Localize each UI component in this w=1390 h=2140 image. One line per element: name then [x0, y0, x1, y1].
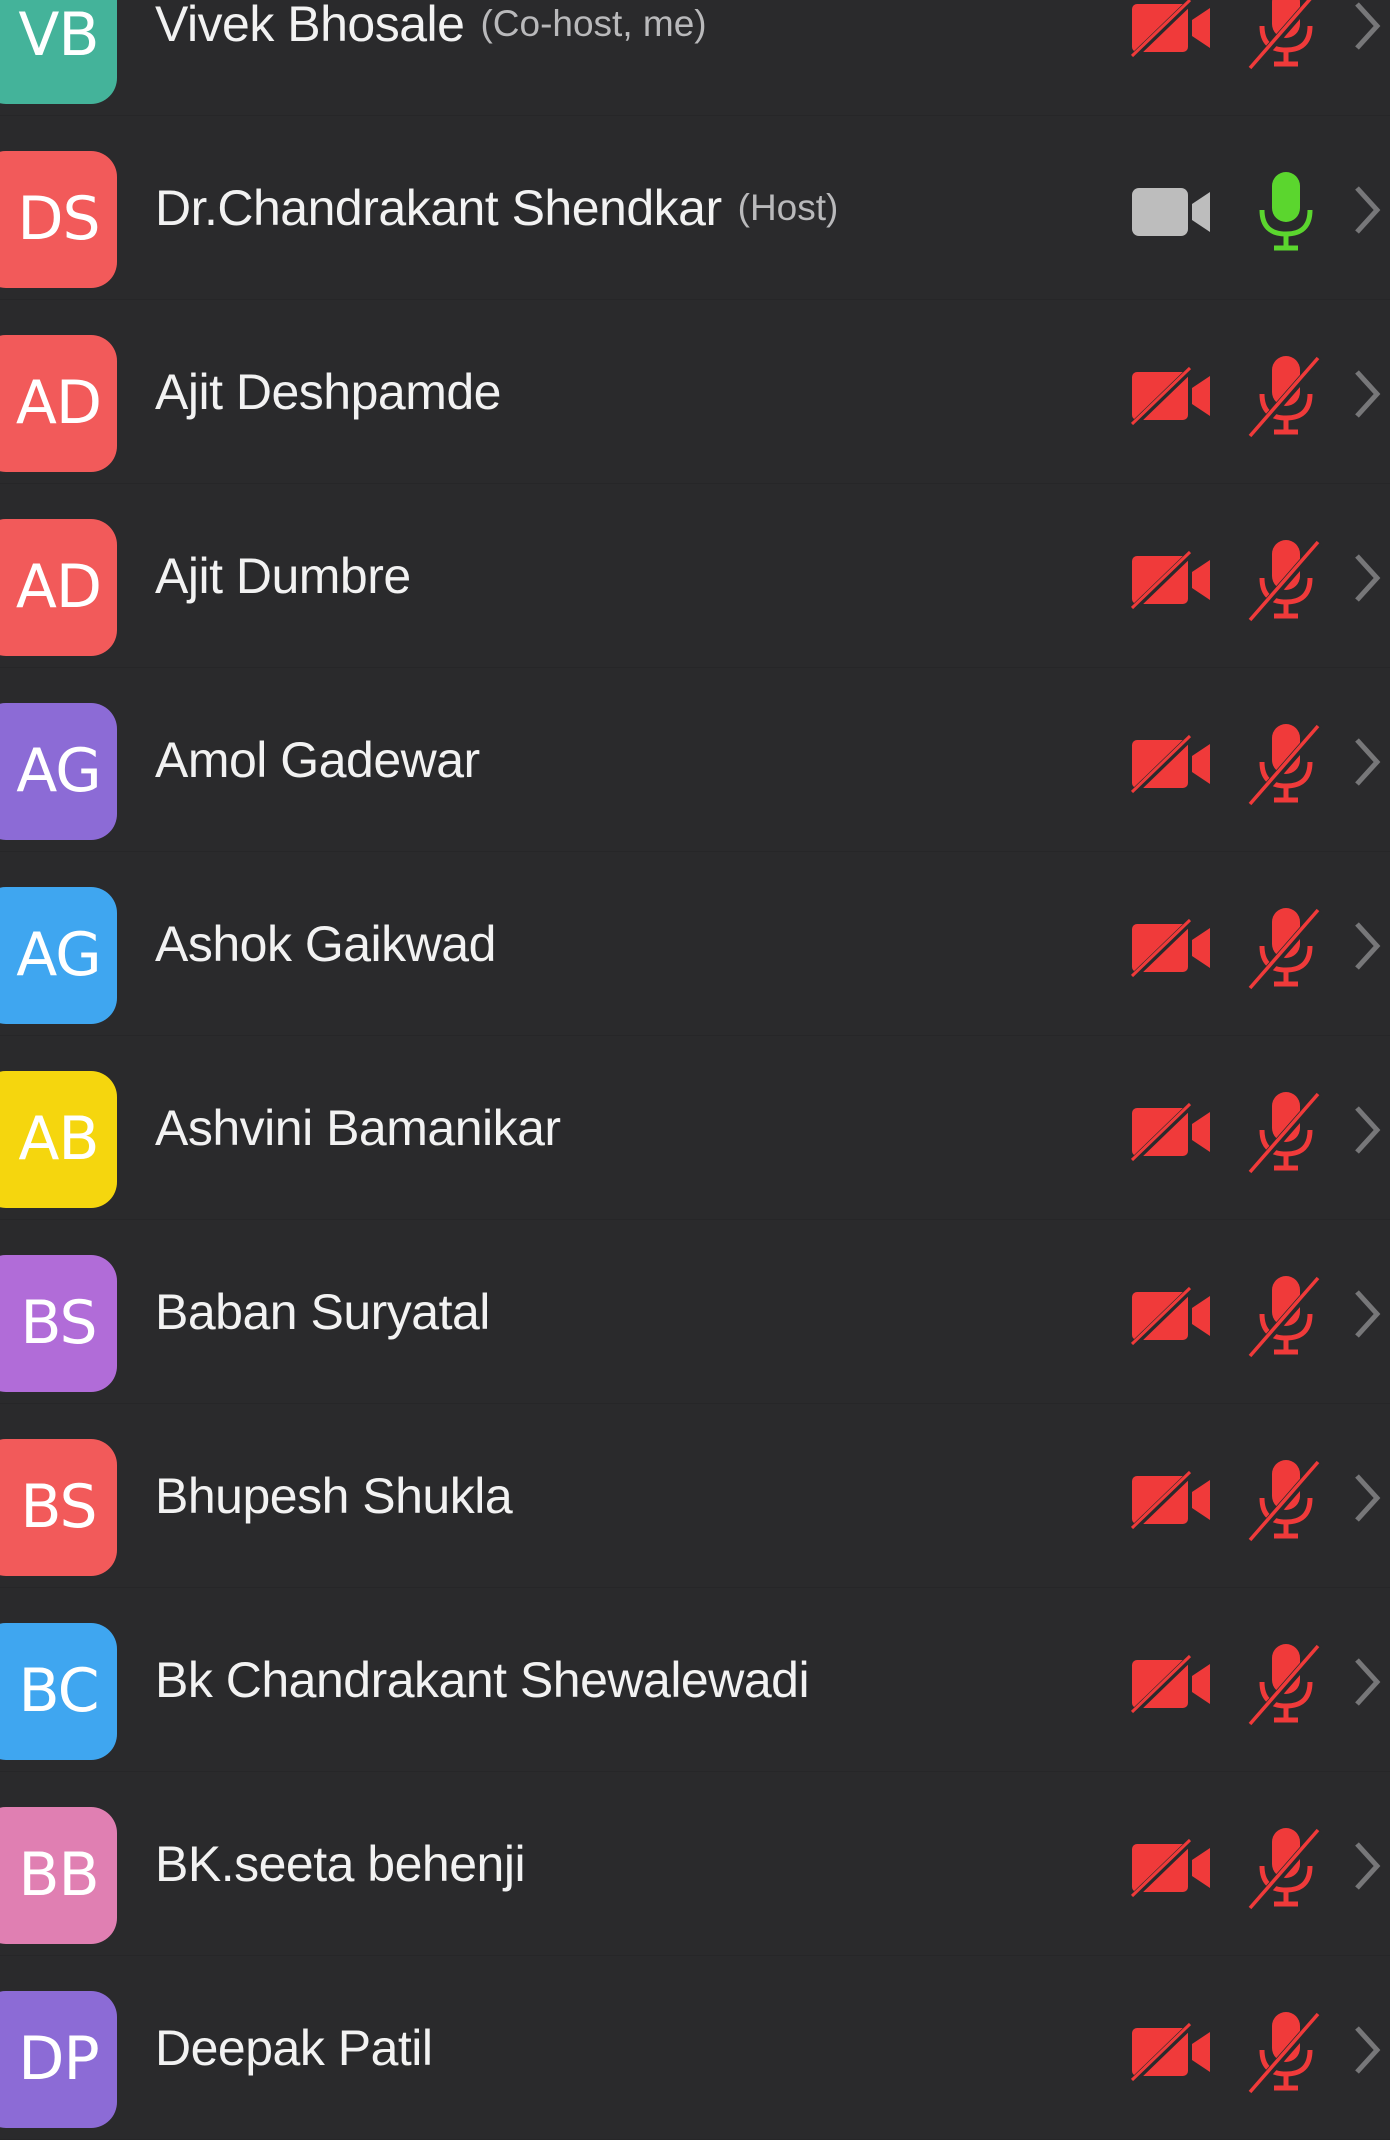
participant-name-wrap: Vivek Bhosale (Co-host, me)	[155, 0, 707, 116]
participant-row[interactable]: AD Ajit Deshpamde	[0, 300, 1390, 484]
participant-row[interactable]: AG Amol Gadewar	[0, 668, 1390, 852]
chevron-right-icon[interactable]	[1352, 1654, 1382, 1710]
video-camera-off-icon[interactable]	[1130, 1837, 1214, 1899]
participant-name: Bhupesh Shukla	[155, 1468, 513, 1524]
video-camera-off-icon[interactable]	[1130, 0, 1214, 59]
video-camera-off-icon[interactable]	[1130, 1101, 1214, 1163]
participant-list: VB Vivek Bhosale (Co-host, me) DS Dr.Cha…	[0, 0, 1390, 2140]
microphone-muted-icon[interactable]	[1246, 2010, 1326, 2095]
participant-name: Deepak Patil	[155, 2020, 433, 2076]
participant-name-wrap: Amol Gadewar	[155, 668, 480, 852]
avatar: BC	[0, 1623, 117, 1760]
chevron-right-icon[interactable]	[1352, 0, 1382, 54]
avatar: VB	[0, 0, 117, 104]
participant-row[interactable]: AG Ashok Gaikwad	[0, 852, 1390, 1036]
chevron-right-icon[interactable]	[1352, 550, 1382, 606]
chevron-right-icon[interactable]	[1352, 366, 1382, 422]
microphone-muted-icon[interactable]	[1246, 1458, 1326, 1543]
participant-role: (Host)	[737, 187, 839, 228]
participant-row[interactable]: BS Baban Suryatal	[0, 1220, 1390, 1404]
microphone-muted-icon[interactable]	[1246, 354, 1326, 439]
participant-name: Ajit Dumbre	[155, 548, 411, 604]
video-camera-off-icon[interactable]	[1130, 917, 1214, 979]
avatar: AD	[0, 519, 117, 656]
chevron-right-icon[interactable]	[1352, 1102, 1382, 1158]
avatar: DS	[0, 151, 117, 288]
participant-name-wrap: Bhupesh Shukla	[155, 1404, 513, 1588]
chevron-right-icon[interactable]	[1352, 1470, 1382, 1526]
participant-row[interactable]: DS Dr.Chandrakant Shendkar (Host)	[0, 116, 1390, 300]
microphone-muted-icon[interactable]	[1246, 906, 1326, 991]
participant-name: Baban Suryatal	[155, 1284, 490, 1340]
avatar: BS	[0, 1255, 117, 1392]
microphone-muted-icon[interactable]	[1246, 1090, 1326, 1175]
video-camera-off-icon[interactable]	[1130, 2021, 1214, 2083]
chevron-right-icon[interactable]	[1352, 2022, 1382, 2078]
video-camera-off-icon[interactable]	[1130, 733, 1214, 795]
participant-name-wrap: Ajit Deshpamde	[155, 300, 501, 484]
participant-name-wrap: Ashvini Bamanikar	[155, 1036, 561, 1220]
microphone-icon[interactable]	[1246, 170, 1326, 254]
participant-row[interactable]: AD Ajit Dumbre	[0, 484, 1390, 668]
participant-name-wrap: Baban Suryatal	[155, 1220, 490, 1404]
participant-name-wrap: Bk Chandrakant Shewalewadi	[155, 1588, 810, 1772]
video-camera-off-icon[interactable]	[1130, 549, 1214, 611]
chevron-right-icon[interactable]	[1352, 918, 1382, 974]
participant-role: (Co-host, me)	[480, 3, 707, 44]
microphone-muted-icon[interactable]	[1246, 1274, 1326, 1359]
video-camera-off-icon[interactable]	[1130, 1469, 1214, 1531]
participant-name-wrap: Deepak Patil	[155, 1956, 433, 2140]
participant-row[interactable]: BB BK.seeta behenji	[0, 1772, 1390, 1956]
video-camera-off-icon[interactable]	[1130, 1653, 1214, 1715]
video-camera-off-icon[interactable]	[1130, 365, 1214, 427]
video-camera-icon[interactable]	[1130, 182, 1214, 242]
chevron-right-icon[interactable]	[1352, 182, 1382, 238]
chevron-right-icon[interactable]	[1352, 734, 1382, 790]
participant-name: Amol Gadewar	[155, 732, 480, 788]
microphone-muted-icon[interactable]	[1246, 1642, 1326, 1727]
participant-name-wrap: Ajit Dumbre	[155, 484, 411, 668]
participant-name: Dr.Chandrakant Shendkar	[155, 180, 722, 236]
participant-name: Vivek Bhosale	[155, 0, 465, 52]
participant-name: Bk Chandrakant Shewalewadi	[155, 1652, 810, 1708]
participant-row[interactable]: AB Ashvini Bamanikar	[0, 1036, 1390, 1220]
avatar: BB	[0, 1807, 117, 1944]
microphone-muted-icon[interactable]	[1246, 538, 1326, 623]
chevron-right-icon[interactable]	[1352, 1286, 1382, 1342]
avatar: AD	[0, 335, 117, 472]
video-camera-off-icon[interactable]	[1130, 1285, 1214, 1347]
microphone-muted-icon[interactable]	[1246, 1826, 1326, 1911]
avatar: AB	[0, 1071, 117, 1208]
avatar: BS	[0, 1439, 117, 1576]
avatar: AG	[0, 703, 117, 840]
avatar: DP	[0, 1991, 117, 2128]
participant-name: Ashok Gaikwad	[155, 916, 496, 972]
participant-name-wrap: Ashok Gaikwad	[155, 852, 496, 1036]
microphone-muted-icon[interactable]	[1246, 722, 1326, 807]
participant-name: Ashvini Bamanikar	[155, 1100, 561, 1156]
chevron-right-icon[interactable]	[1352, 1838, 1382, 1894]
participant-row[interactable]: BC Bk Chandrakant Shewalewadi	[0, 1588, 1390, 1772]
avatar: AG	[0, 887, 117, 1024]
participant-name-wrap: Dr.Chandrakant Shendkar (Host)	[155, 116, 838, 300]
participant-row[interactable]: BS Bhupesh Shukla	[0, 1404, 1390, 1588]
participant-name: BK.seeta behenji	[155, 1836, 526, 1892]
participant-name: Ajit Deshpamde	[155, 364, 501, 420]
microphone-muted-icon[interactable]	[1246, 0, 1326, 71]
participant-row[interactable]: VB Vivek Bhosale (Co-host, me)	[0, 0, 1390, 116]
participant-name-wrap: BK.seeta behenji	[155, 1772, 526, 1956]
participant-row[interactable]: DP Deepak Patil	[0, 1956, 1390, 2140]
